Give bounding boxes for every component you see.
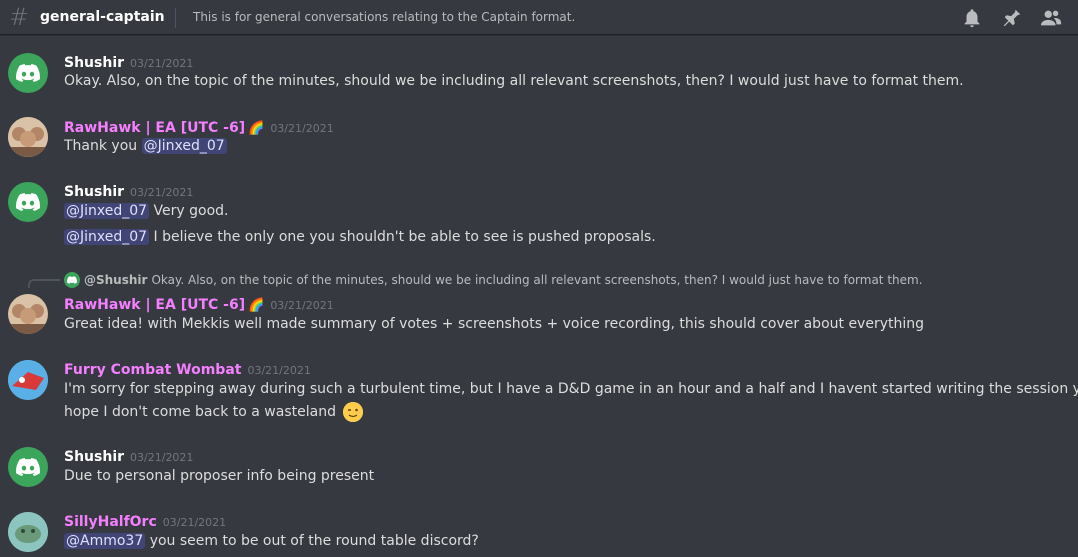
members-icon[interactable] bbox=[1040, 7, 1062, 29]
message-text: Great idea! with Mekkis well made summar… bbox=[64, 316, 925, 332]
message-author[interactable]: Shushir bbox=[64, 55, 124, 71]
message-author[interactable]: RawHawk | EA [UTC -6] bbox=[64, 120, 245, 136]
channel-name[interactable]: general-captain bbox=[40, 9, 165, 25]
message-author[interactable]: Shushir bbox=[64, 449, 124, 465]
message-text: I'm sorry for stepping away during such … bbox=[64, 381, 1078, 397]
message-text: hope I don't come back to a wasteland bbox=[64, 402, 364, 422]
message-text: Okay. Also, on the topic of the minutes,… bbox=[64, 73, 964, 89]
reply-author[interactable]: @Shushir bbox=[84, 273, 147, 287]
message-text-body: I believe the only one you shouldn't be … bbox=[153, 229, 656, 245]
hash-icon: # bbox=[9, 3, 30, 31]
channel-topic[interactable]: This is for general conversations relati… bbox=[193, 10, 575, 24]
avatar-image bbox=[8, 117, 48, 157]
discord-logo-icon bbox=[67, 276, 77, 284]
message-timestamp: 03/21/2021 bbox=[162, 516, 227, 529]
message-text: @Ammo37 you seem to be out of the round … bbox=[64, 533, 479, 549]
avatar[interactable] bbox=[8, 447, 48, 487]
discord-logo-icon bbox=[16, 458, 40, 476]
reply-avatar bbox=[64, 272, 80, 288]
message-text: @Jinxed_07 Very good. bbox=[64, 203, 228, 219]
message-timestamp: 03/21/2021 bbox=[270, 299, 334, 312]
avatar-image bbox=[8, 360, 48, 400]
user-mention[interactable]: @Jinxed_07 bbox=[64, 203, 150, 219]
avatar[interactable] bbox=[8, 360, 48, 400]
message-timestamp: 03/21/2021 bbox=[130, 57, 194, 70]
message-text: Due to personal proposer info being pres… bbox=[64, 468, 375, 484]
avatar[interactable] bbox=[8, 294, 48, 334]
message-timestamp: 03/21/2021 bbox=[247, 364, 311, 377]
user-mention[interactable]: @Jinxed_07 bbox=[64, 229, 150, 245]
message-author[interactable]: RawHawk | EA [UTC -6] bbox=[64, 297, 245, 313]
message-timestamp: 03/21/2021 bbox=[130, 186, 194, 199]
message-text: Thank you @Jinxed_07 bbox=[64, 138, 227, 154]
discord-logo-icon bbox=[16, 193, 40, 211]
message-timestamp: 03/21/2021 bbox=[130, 451, 194, 464]
user-mention[interactable]: @Ammo37 bbox=[64, 533, 146, 549]
avatar[interactable] bbox=[8, 182, 48, 222]
message-text-body: hope I don't come back to a wasteland bbox=[64, 404, 336, 420]
avatar[interactable] bbox=[8, 53, 48, 93]
rainbow-flag-icon: 🌈 bbox=[248, 298, 265, 313]
discord-logo-icon bbox=[16, 64, 40, 82]
avatar-image bbox=[8, 294, 48, 334]
message-author[interactable]: Furry Combat Wombat bbox=[64, 362, 241, 378]
message-author[interactable]: SillyHalfOrc bbox=[64, 514, 157, 530]
avatar-image bbox=[8, 512, 48, 552]
pin-icon[interactable] bbox=[1001, 7, 1023, 29]
message-text-prefix: Thank you bbox=[64, 138, 138, 154]
bell-icon[interactable] bbox=[961, 7, 983, 29]
message-text-body: Very good. bbox=[153, 203, 229, 219]
user-mention[interactable]: @Jinxed_07 bbox=[141, 138, 227, 154]
avatar[interactable] bbox=[8, 117, 48, 157]
wink-emoji-icon bbox=[343, 402, 364, 422]
header-divider bbox=[175, 8, 176, 28]
message-text: @Jinxed_07 I believe the only one you sh… bbox=[64, 229, 656, 245]
message-author[interactable]: Shushir bbox=[64, 184, 124, 200]
rainbow-flag-icon: 🌈 bbox=[248, 121, 265, 136]
reply-text: Okay. Also, on the topic of the minutes,… bbox=[151, 273, 923, 287]
avatar[interactable] bbox=[8, 512, 48, 552]
message-text-body: you seem to be out of the round table di… bbox=[149, 533, 479, 549]
reply-connector bbox=[28, 279, 60, 288]
channel-header: # general-captain This is for general co… bbox=[0, 0, 1078, 35]
message-timestamp: 03/21/2021 bbox=[270, 122, 334, 135]
reply-preview[interactable]: @Shushir Okay. Also, on the topic of the… bbox=[64, 272, 923, 288]
